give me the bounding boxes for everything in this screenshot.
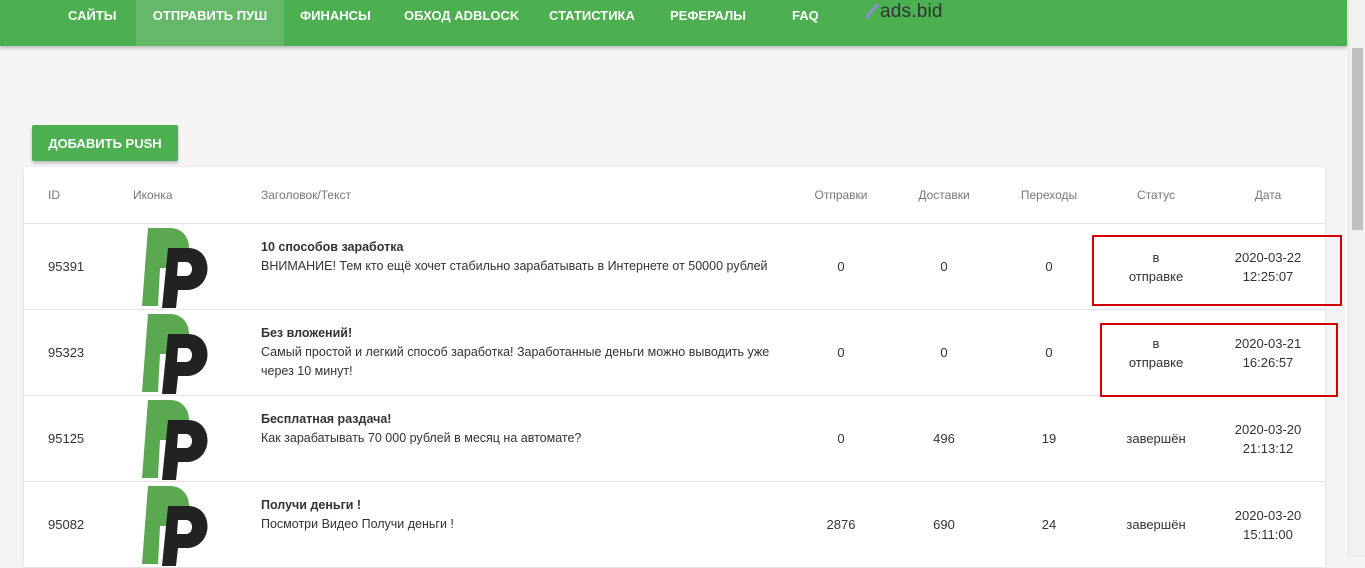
row-id: 95082 xyxy=(48,517,85,532)
push-icon xyxy=(136,310,212,396)
row-date-day: 2020-03-20 xyxy=(1234,422,1302,437)
row-title-text: Без вложений! Самый простой и легкий спо… xyxy=(261,324,781,381)
top-navbar: САЙТЫ ОТПРАВИТЬ ПУШ ФИНАНСЫ ОБХОД ADBLOC… xyxy=(0,0,1347,46)
row-deliveries: 690 xyxy=(933,517,955,532)
nav-item-referrals[interactable]: РЕФЕРАЛЫ xyxy=(670,0,746,46)
row-status: завершён xyxy=(1126,517,1186,532)
row-text: Самый простой и легкий способ заработка!… xyxy=(261,345,770,378)
push-icon xyxy=(136,396,212,482)
highlight-box xyxy=(1092,235,1342,306)
col-header-clicks: Переходы xyxy=(1020,188,1078,202)
col-header-date: Дата xyxy=(1254,188,1282,202)
col-header-title: Заголовок/Текст xyxy=(261,188,351,202)
row-sends: 2876 xyxy=(826,517,856,532)
col-header-sends: Отправки xyxy=(814,188,868,202)
col-header-status: Статус xyxy=(1137,188,1175,202)
nav-item-finance[interactable]: ФИНАНСЫ xyxy=(300,0,371,46)
row-title: 10 способов заработка xyxy=(261,240,404,254)
nav-item-sites[interactable]: САЙТЫ xyxy=(68,0,116,46)
push-icon xyxy=(136,482,212,568)
logo[interactable]: ads.bid xyxy=(864,0,954,30)
row-title: Получи деньги ! xyxy=(261,498,362,512)
row-date: 2020-03-20 15:11:00 xyxy=(1223,482,1313,568)
col-header-id: ID xyxy=(48,188,60,202)
page-scrollbar[interactable] xyxy=(1348,0,1365,557)
add-push-button[interactable]: ДОБАВИТЬ PUSH xyxy=(32,125,178,161)
highlight-box xyxy=(1100,323,1338,397)
push-icon xyxy=(136,224,212,310)
row-clicks: 24 xyxy=(1041,517,1057,532)
table-row[interactable]: 95125 Бесплатная раздача! Как зарабатыва… xyxy=(24,395,1325,482)
row-text: ВНИМАНИЕ! Тем кто ещё хочет стабильно за… xyxy=(261,259,768,273)
row-title-text: 10 способов заработка ВНИМАНИЕ! Тем кто … xyxy=(261,238,781,276)
nav-item-faq[interactable]: FAQ xyxy=(792,0,819,46)
row-date-day: 2020-03-20 xyxy=(1234,508,1302,523)
row-title: Без вложений! xyxy=(261,326,353,340)
row-sends: 0 xyxy=(837,431,845,446)
row-title: Бесплатная раздача! xyxy=(261,412,392,426)
col-header-deliveries: Доставки xyxy=(918,188,970,202)
table-row[interactable]: 95082 Получи деньги ! Посмотри Видео Пол… xyxy=(24,481,1325,568)
row-id: 95125 xyxy=(48,431,85,446)
row-sends: 0 xyxy=(837,345,845,360)
col-header-icon: Иконка xyxy=(133,188,173,202)
row-date: 2020-03-20 21:13:12 xyxy=(1223,396,1313,482)
scrollbar-thumb[interactable] xyxy=(1352,48,1363,230)
row-title-text: Бесплатная раздача! Как зарабатывать 70 … xyxy=(261,410,781,448)
row-clicks: 19 xyxy=(1041,431,1057,446)
row-id: 95323 xyxy=(48,345,85,360)
nav-item-send-push[interactable]: ОТПРАВИТЬ ПУШ xyxy=(136,0,284,46)
row-date-time: 21:13:12 xyxy=(1242,441,1294,456)
row-sends: 0 xyxy=(837,259,845,274)
nav-item-adblock[interactable]: ОБХОД ADBLOCK xyxy=(404,0,519,46)
row-date-time: 15:11:00 xyxy=(1243,527,1293,542)
row-id: 95391 xyxy=(48,259,85,274)
row-text: Как зарабатывать 70 000 рублей в месяц н… xyxy=(261,431,582,445)
row-status: завершён xyxy=(1126,431,1186,446)
row-deliveries: 0 xyxy=(940,259,948,274)
nav-item-stats[interactable]: СТАТИСТИКА xyxy=(549,0,635,46)
row-clicks: 0 xyxy=(1045,345,1053,360)
row-deliveries: 0 xyxy=(940,345,948,360)
row-text: Посмотри Видео Получи деньги ! xyxy=(261,517,454,531)
row-title-text: Получи деньги ! Посмотри Видео Получи де… xyxy=(261,496,781,534)
logo-text: ads.bid xyxy=(880,1,943,22)
row-clicks: 0 xyxy=(1045,259,1053,274)
row-deliveries: 496 xyxy=(933,431,955,446)
